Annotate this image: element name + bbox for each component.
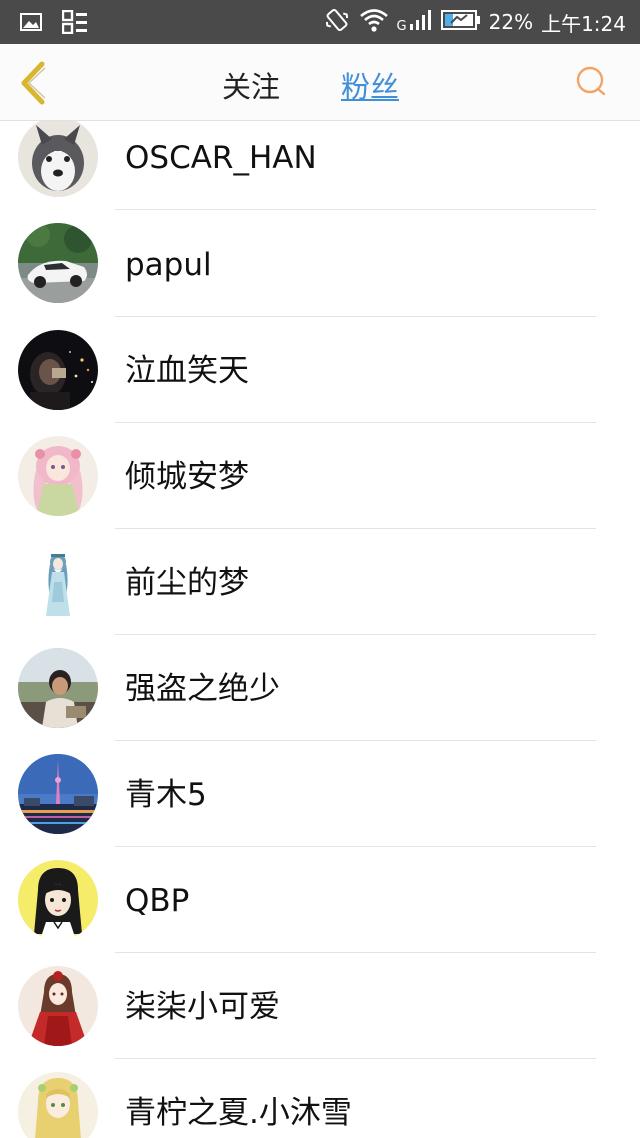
avatar (18, 121, 98, 197)
fan-name: papul (125, 247, 212, 283)
status-bar: G 22% 上午1:24 (0, 0, 640, 44)
tab-following[interactable]: 关注 (222, 64, 280, 106)
list-item[interactable]: 泣血笑天 (0, 316, 640, 423)
avatar (18, 754, 98, 834)
list-item[interactable]: 柒柒小可爱 (0, 952, 640, 1059)
avatar (18, 542, 98, 622)
chevron-left-icon (21, 61, 46, 105)
avatar (18, 330, 98, 410)
fan-name: 前尘的梦 (125, 565, 249, 601)
avatar (18, 860, 98, 940)
fan-name: 青柠之夏.小沐雪 (125, 1095, 352, 1131)
clock: 上午1:24 (541, 11, 626, 36)
search-button[interactable] (574, 64, 610, 100)
fan-name: QBP (125, 883, 190, 919)
avatar (18, 223, 98, 303)
fans-list: OSCAR_HAN papul 泣血笑天 倾城安梦 前尘的梦 强盗之绝少 青木5… (0, 121, 640, 1138)
battery-percent: 22% (488, 10, 534, 34)
avatar (18, 1072, 98, 1138)
avatar (18, 966, 98, 1046)
wifi-icon (359, 7, 389, 38)
fan-name: 强盗之绝少 (125, 671, 280, 707)
list-item[interactable]: papul (0, 210, 640, 317)
image-icon (20, 11, 42, 37)
list-item[interactable]: QBP (0, 846, 640, 953)
active-tab-indicator (341, 99, 399, 101)
list-item[interactable]: 前尘的梦 (0, 528, 640, 635)
avatar (18, 436, 98, 516)
network-type-label: G (396, 18, 407, 34)
fan-name: 青木5 (125, 777, 207, 813)
qr-menu-icon (61, 9, 88, 38)
top-nav-bar: 关注 粉丝 (0, 44, 640, 121)
fan-name: OSCAR_HAN (125, 140, 317, 176)
battery-icon (440, 9, 481, 36)
list-item[interactable]: 倾城安梦 (0, 422, 640, 529)
signal-icon (409, 9, 433, 36)
list-item[interactable]: 强盗之绝少 (0, 634, 640, 741)
list-item[interactable]: 青柠之夏.小沐雪 (0, 1058, 640, 1138)
vibrate-icon (323, 6, 351, 39)
fan-name: 泣血笑天 (125, 353, 249, 389)
search-icon (576, 66, 606, 96)
list-item[interactable]: 青木5 (0, 740, 640, 847)
fan-name: 倾城安梦 (125, 459, 249, 495)
avatar (18, 648, 98, 728)
fan-name: 柒柒小可爱 (125, 989, 280, 1025)
back-button[interactable] (16, 60, 52, 106)
